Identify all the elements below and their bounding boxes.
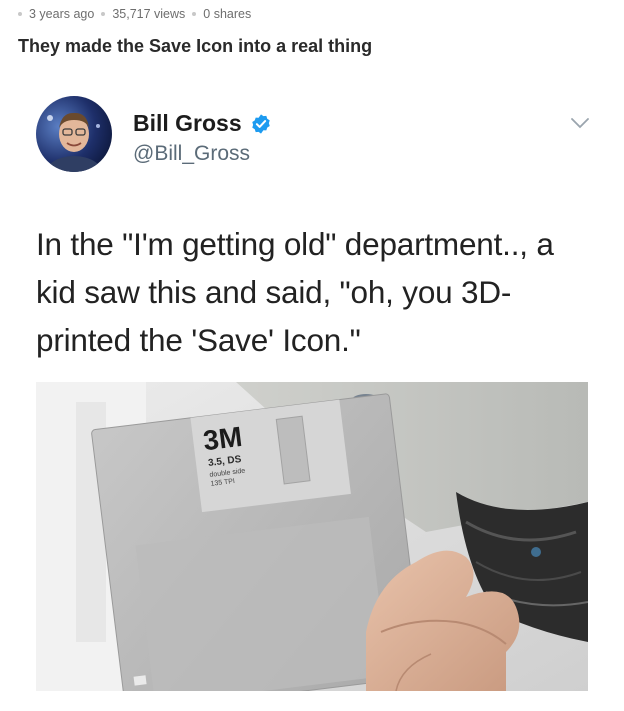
disk-brand: 3M — [201, 421, 243, 457]
share-count: 0 shares — [203, 7, 252, 21]
verified-badge-icon — [251, 113, 270, 134]
meta-dot — [18, 12, 22, 16]
meta-dot — [101, 12, 106, 16]
tweet-handle: @Bill_Gross — [133, 142, 251, 165]
tweet-author: Bill Gross — [133, 110, 272, 137]
tweet-screenshot: Bill Gross @Bill_Gross In the "I'm getti… — [0, 80, 624, 711]
meta-dot — [192, 12, 197, 16]
avatar — [36, 96, 112, 172]
post-title: They made the Save Icon into a real thin… — [18, 36, 373, 56]
view-count: 35,717 views — [112, 7, 186, 21]
post-age: 3 years ago — [29, 7, 95, 21]
post-meta: 3 years ago 35,717 views 0 shares — [18, 7, 251, 21]
floppy-disk-photo: 3M 3.5, DS double side 135 TPI — [36, 382, 588, 691]
tweet-text: In the "I'm getting old" department.., a… — [36, 226, 554, 358]
chevron-down-icon — [571, 118, 589, 129]
display-name: Bill Gross — [133, 110, 242, 136]
